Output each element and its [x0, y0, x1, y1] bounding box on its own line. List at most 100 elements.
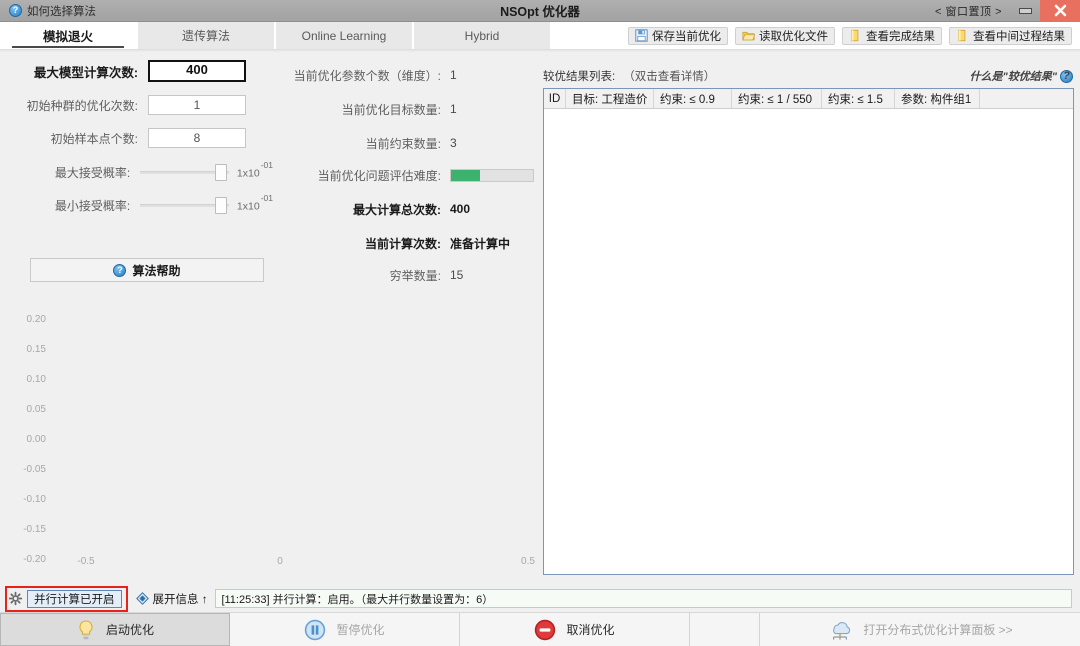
column-header-constraint-1: 约束: ≤ 0.9: [654, 89, 732, 108]
column-header-constraint-3: 约束: ≤ 1.5: [822, 89, 895, 108]
save-icon: [635, 29, 648, 42]
slider-handle[interactable]: [214, 197, 227, 214]
diamond-icon: [135, 592, 149, 605]
view-intermediate-results-button[interactable]: 查看中间过程结果: [949, 26, 1072, 45]
enumerations-label: 穷举数量:: [389, 268, 441, 283]
open-distributed-panel-label: 打开分布式优化计算面板 >>: [863, 623, 1013, 637]
start-optimization-button[interactable]: 启动优化: [0, 613, 230, 646]
tab-label: 模拟退火: [42, 30, 93, 44]
status-row-current-runs: 当前计算次数: 准备计算中: [272, 233, 540, 253]
init-samples-input[interactable]: 8: [148, 128, 246, 148]
objectives-value: 1: [450, 102, 457, 116]
tab-label: 遗传算法: [181, 29, 230, 43]
status-row-objectives: 当前优化目标数量: 1: [272, 99, 540, 119]
results-table-header-row: ID 目标: 工程造价 约束: ≤ 0.9 约束: ≤ 1 / 550 约束: …: [544, 89, 1073, 109]
gear-icon: [9, 591, 22, 606]
current-runs-value: 准备计算中: [450, 236, 511, 251]
tab-online-learning[interactable]: Online Learning: [276, 22, 412, 49]
results-subtitle: （双击查看详情）: [623, 71, 716, 83]
window-pin-toggle[interactable]: < 窗口置顶 >: [927, 3, 1010, 19]
status-row-constraints: 当前约束数量: 3: [272, 133, 540, 153]
status-row-enumerations: 穷举数量: 15: [272, 265, 540, 285]
what-is-better-result-link[interactable]: 什么是"较优结果" ?: [970, 68, 1073, 84]
pause-optimization-button[interactable]: 暂停优化: [230, 613, 460, 646]
results-title: 较优结果列表:: [543, 71, 616, 83]
min-accept-prob-label: 最小接受概率:: [54, 198, 131, 213]
window-controls: < 窗口置顶 >: [927, 0, 1080, 22]
load-optimization-file-button[interactable]: 读取优化文件: [735, 26, 835, 45]
algorithm-tab-bar: 模拟退火 遗传算法 Online Learning Hybrid 保存当前优化: [0, 22, 1080, 49]
max-total-runs-label: 最大计算总次数:: [353, 202, 441, 217]
status-row-difficulty: 当前优化问题评估难度:: [272, 165, 540, 185]
tab-genetic-algorithm[interactable]: 遗传算法: [138, 22, 274, 49]
start-optimization-label: 启动优化: [105, 623, 154, 637]
results-header: 较优结果列表: （双击查看详情） 什么是"较优结果" ?: [543, 68, 1073, 84]
status-row-max-total-runs: 最大计算总次数: 400: [272, 199, 540, 219]
what-is-better-result-label: 什么是"较优结果": [969, 71, 1057, 83]
pause-optimization-label: 暂停优化: [336, 623, 385, 637]
column-header-filler: [980, 89, 1073, 108]
param-row-init-population: 初始种群的优化次数: 1: [0, 94, 272, 116]
status-row-dimension: 当前优化参数个数（维度）: 1: [272, 65, 540, 85]
question-circle-icon: ?: [9, 4, 22, 17]
results-table[interactable]: ID 目标: 工程造价 约束: ≤ 0.9 约束: ≤ 1 / 550 约束: …: [543, 88, 1074, 575]
param-row-max-accept-prob: 最大接受概率: 1x10-01: [0, 160, 273, 183]
tab-label: Hybrid: [464, 28, 500, 43]
app-title: NSOpt 优化器: [500, 5, 580, 19]
best-history-chart: 0.20 0.15 0.10 0.05 0.00 -0.05 -0.10 -0.…: [0, 292, 540, 580]
init-samples-label: 初始样本点个数:: [50, 131, 138, 146]
expand-info-button[interactable]: 展开信息 ↑: [135, 591, 208, 607]
current-runs-label: 当前计算次数:: [365, 236, 441, 251]
max-accept-prob-value: 1x10-01: [237, 160, 273, 180]
difficulty-label: 当前优化问题评估难度:: [317, 168, 441, 183]
how-to-choose-algorithm-label: 如何选择算法: [27, 5, 96, 18]
slider-handle[interactable]: [214, 164, 227, 181]
close-icon: [1054, 4, 1066, 17]
min-accept-prob-slider[interactable]: [140, 195, 229, 215]
optimization-status-panel: 当前优化参数个数（维度）: 1 当前优化目标数量: 1 当前约束数量: 3 当前…: [272, 52, 540, 302]
max-total-runs-value: 400: [450, 202, 471, 216]
parallel-compute-toggle-button[interactable]: 并行计算已开启: [27, 589, 122, 608]
dimension-value: 1: [450, 68, 457, 82]
open-folder-icon: [742, 31, 755, 41]
expand-info-label: 展开信息 ↑: [152, 593, 208, 606]
cancel-optimization-button[interactable]: 取消优化: [460, 613, 690, 646]
question-circle-icon: ?: [113, 263, 127, 277]
how-to-choose-algorithm-link[interactable]: ? 如何选择算法: [9, 3, 96, 19]
min-accept-prob-value: 1x10-01: [236, 193, 273, 213]
save-current-optimization-button[interactable]: 保存当前优化: [628, 26, 728, 45]
view-finished-results-button[interactable]: 查看完成结果: [842, 26, 942, 45]
open-distributed-panel-button[interactable]: 打开分布式优化计算面板 >>: [760, 613, 1080, 646]
algorithm-parameters-panel: 最大模型计算次数: 400 初始种群的优化次数: 1 初始样本点个数: 8 最大…: [0, 52, 273, 292]
log-message: [11:25:33] 并行计算：启用。（最大并行数量设置为：6）: [215, 589, 1072, 608]
top-toolbar: 保存当前优化 读取优化文件 查看完成结果 查看中间过程结果: [628, 22, 1080, 49]
constraints-value: 3: [450, 136, 457, 150]
title-bar: ? 如何选择算法 NSOpt 优化器 < 窗口置顶 >: [0, 0, 1080, 22]
bottom-action-bar: 启动优化 暂停优化 取消优化 打开分布式优化计算面板 >>: [0, 612, 1080, 646]
tab-hybrid[interactable]: Hybrid: [414, 22, 550, 49]
minimize-button[interactable]: [1010, 0, 1040, 22]
max-accept-prob-slider[interactable]: [140, 162, 229, 182]
tab-simulated-annealing[interactable]: 模拟退火: [0, 22, 136, 49]
cancel-icon: [535, 619, 556, 640]
toolbar-label: 读取优化文件: [759, 30, 828, 43]
mantissa: 1x10: [236, 200, 260, 213]
close-button[interactable]: [1040, 0, 1080, 22]
column-header-objective-cost: 目标: 工程造价: [566, 89, 654, 108]
document-icon: [851, 29, 859, 42]
enumerations-value: 15: [450, 268, 464, 282]
param-row-min-accept-prob: 最小接受概率: 1x10-01: [0, 193, 273, 216]
objectives-label: 当前优化目标数量:: [341, 102, 441, 117]
column-header-constraint-2: 约束: ≤ 1 / 550: [732, 89, 822, 108]
minimize-icon: [1018, 7, 1032, 14]
constraints-label: 当前约束数量:: [365, 136, 441, 151]
cloud-icon: [833, 621, 851, 640]
pause-icon: [305, 619, 326, 640]
algorithm-help-button[interactable]: ? 算法帮助: [30, 258, 264, 282]
chart-plot-area: [0, 292, 540, 580]
lightbulb-icon: [79, 619, 93, 639]
max-model-runs-input[interactable]: 400: [148, 60, 246, 82]
parallel-compute-highlight: 并行计算已开启: [5, 585, 128, 612]
init-population-input[interactable]: 1: [148, 95, 246, 115]
question-circle-icon: ?: [1060, 69, 1073, 83]
